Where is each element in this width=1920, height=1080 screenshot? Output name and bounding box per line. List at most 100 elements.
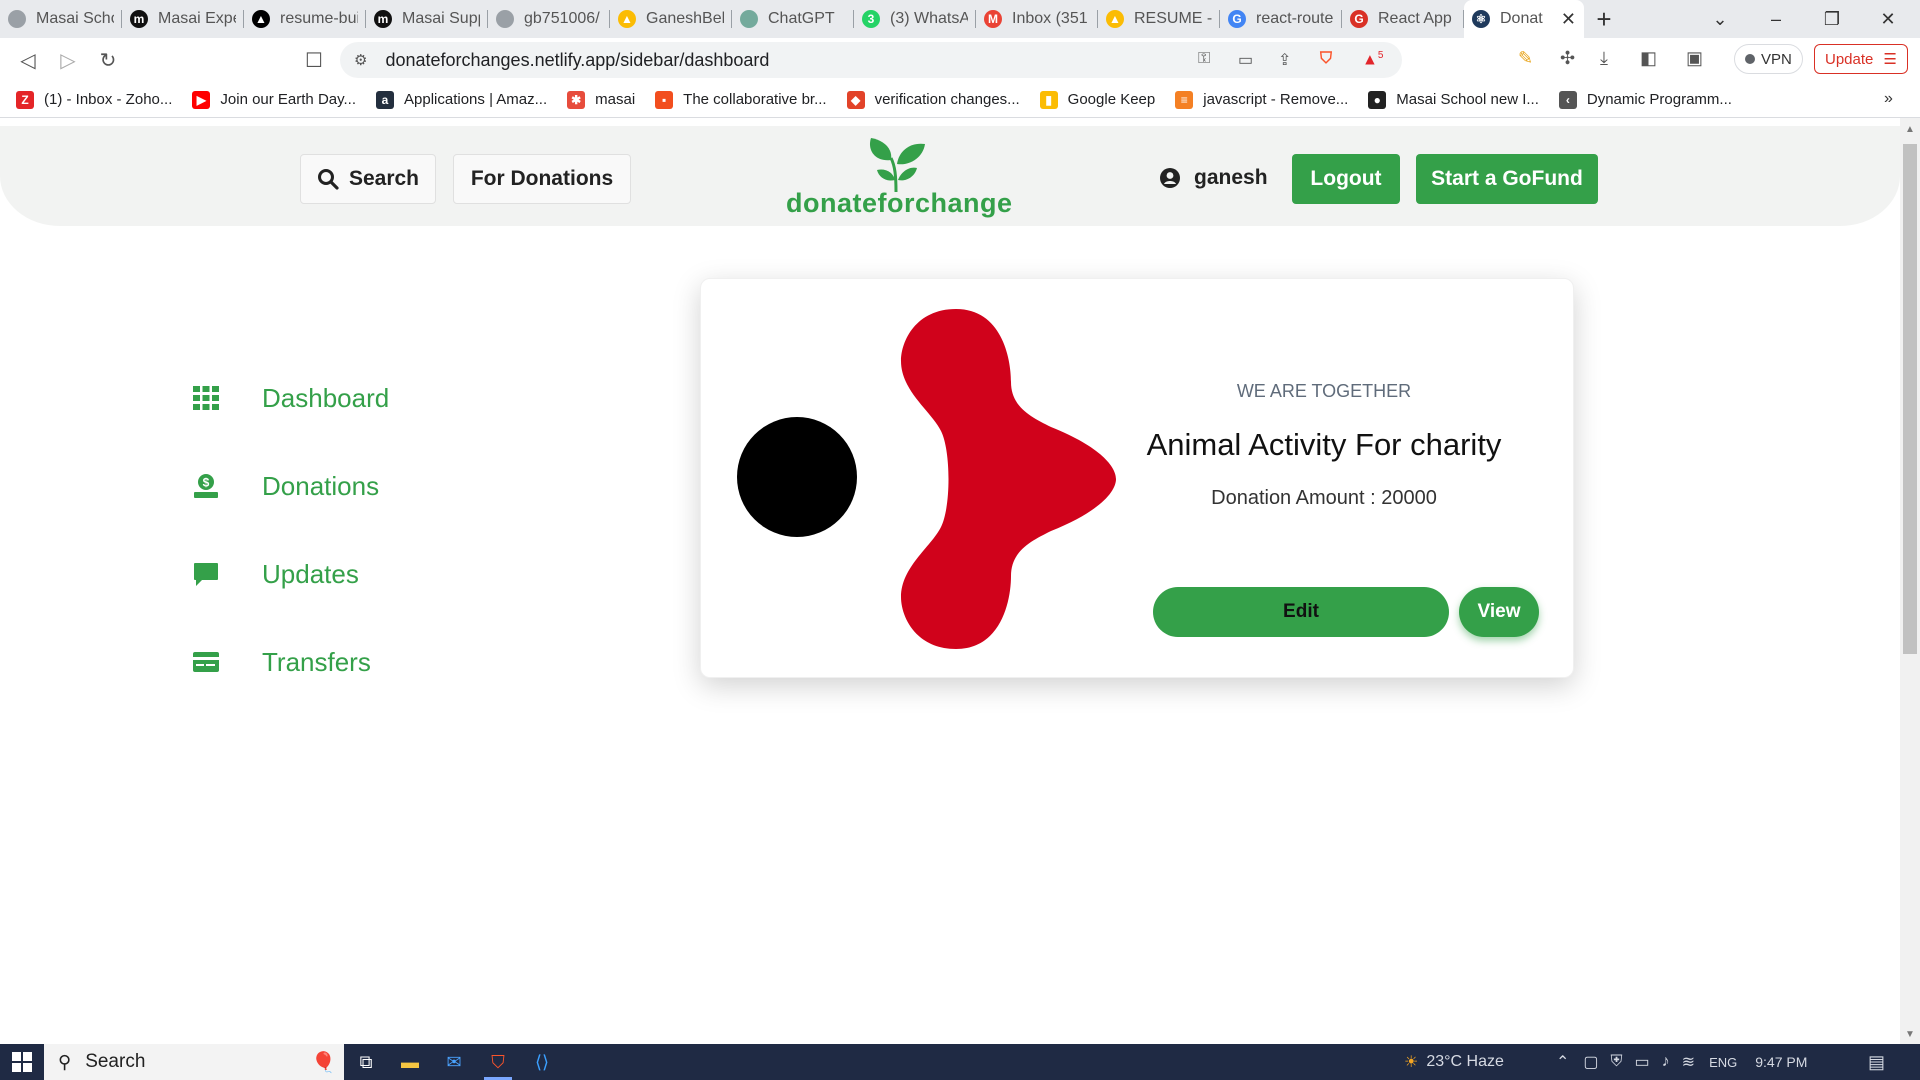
back-icon[interactable]: ◁: [8, 42, 48, 78]
forward-icon[interactable]: ▷: [48, 42, 88, 78]
meet-now-icon[interactable]: ▢: [1583, 1052, 1598, 1072]
start-gofund-button[interactable]: Start a GoFund: [1416, 154, 1598, 204]
sidebar-item-donations[interactable]: $ Donations: [192, 442, 389, 530]
bookmark-item[interactable]: ▮ Google Keep: [1039, 90, 1155, 109]
tab-label: Donat: [1500, 10, 1543, 27]
bookmark-label: masai: [595, 91, 636, 108]
sidebar-toggle-icon[interactable]: ◧: [1640, 48, 1657, 69]
site-info-icon[interactable]: ⚙: [354, 51, 367, 69]
tab-0[interactable]: Masai Scho: [0, 0, 122, 38]
search-label: Search: [348, 167, 420, 190]
vscode-icon[interactable]: ⟨⟩: [520, 1044, 564, 1080]
notifications-icon[interactable]: ▤: [1868, 1044, 1885, 1080]
tab-favicon-icon: ▲: [618, 10, 636, 28]
scroll-down-icon[interactable]: ▼: [1905, 1029, 1915, 1040]
edit-label: Edit: [1283, 601, 1319, 622]
edit-button[interactable]: Edit: [1153, 587, 1449, 637]
sidebar-item-transfers[interactable]: Transfers: [192, 618, 389, 706]
tab-8[interactable]: M Inbox (351: [976, 0, 1098, 38]
battery-icon[interactable]: ▭: [1635, 1052, 1650, 1072]
tab-label: ChatGPT: [768, 10, 835, 27]
sidebar-item-updates[interactable]: Updates: [192, 530, 389, 618]
for-donations-button[interactable]: For Donations: [453, 154, 631, 204]
key-icon[interactable]: ⚿: [1198, 50, 1210, 68]
tab-2[interactable]: ▲ resume-bui: [244, 0, 366, 38]
wallet-icon[interactable]: ▣: [1686, 48, 1703, 69]
tab-10[interactable]: Greact-route: [1220, 0, 1342, 38]
share-icon[interactable]: ⇪: [1278, 50, 1291, 70]
tab-search-icon[interactable]: ⌄: [1692, 0, 1748, 38]
page-scrollbar[interactable]: ▲ ▼: [1900, 118, 1920, 1044]
bookmark-item[interactable]: a Applications | Amaz...: [376, 90, 547, 109]
update-button[interactable]: Update ☰: [1814, 44, 1908, 74]
tab-favicon-icon: ▲: [252, 10, 270, 28]
vpn-button[interactable]: VPN: [1734, 44, 1803, 74]
bookmark-item[interactable]: ≡ javascript - Remove...: [1175, 90, 1349, 109]
search-button[interactable]: Search: [300, 154, 436, 204]
taskbar-search[interactable]: ⚲ Search 🎈: [44, 1044, 344, 1080]
tab-label: gb751006/: [524, 10, 600, 27]
security-icon[interactable]: ⛨: [1611, 1053, 1623, 1071]
close-tab-icon[interactable]: ✕: [1561, 9, 1576, 30]
new-tab-button[interactable]: +: [1584, 0, 1624, 38]
bookmark-item[interactable]: ▪ The collaborative br...: [655, 90, 827, 109]
user-profile[interactable]: ganesh: [1160, 166, 1268, 190]
url-text[interactable]: donateforchanges.netlify.app/sidebar/das…: [385, 50, 769, 71]
tab-4[interactable]: gb751006/: [488, 0, 610, 38]
file-explorer-icon[interactable]: ▬: [388, 1044, 432, 1080]
close-window-icon[interactable]: ✕: [1860, 0, 1916, 38]
address-bar[interactable]: ⚙ donateforchanges.netlify.app/sidebar/d…: [340, 42, 1402, 78]
weather-widget[interactable]: ☀ 23°C Haze: [1404, 1044, 1504, 1080]
bookmark-item[interactable]: ✱ masai: [567, 90, 636, 109]
view-button[interactable]: View: [1459, 587, 1539, 637]
brave-browser-icon[interactable]: ⛉: [476, 1044, 520, 1080]
tab-9[interactable]: ▲ RESUME - (: [1098, 0, 1220, 38]
tab-1[interactable]: m Masai Expe: [122, 0, 244, 38]
download-icon[interactable]: ⤓: [1600, 48, 1608, 69]
cast-icon[interactable]: ▭: [1238, 50, 1253, 70]
tab-3[interactable]: m Masai Supp: [366, 0, 488, 38]
minimize-icon[interactable]: –: [1748, 0, 1804, 38]
tab-7[interactable]: 3 (3) WhatsA: [854, 0, 976, 38]
user-circle-icon: [1160, 168, 1180, 188]
wifi-icon[interactable]: ≋: [1682, 1052, 1695, 1072]
language-indicator[interactable]: ENG: [1709, 1055, 1737, 1070]
mail-icon[interactable]: ✉: [432, 1044, 476, 1080]
brave-shield-icon[interactable]: ⛉: [1320, 50, 1332, 68]
tab-favicon-icon: ▲: [1106, 10, 1124, 28]
leaf-logo-icon: [869, 138, 925, 193]
logout-button[interactable]: Logout: [1292, 154, 1400, 204]
bookmark-item[interactable]: ◆ verification changes...: [846, 90, 1020, 109]
bookmark-item[interactable]: ● Masai School new I...: [1368, 90, 1539, 109]
tab-list: Masai Scho m Masai Expe ▲ resume-bui m Masai S…: [0, 0, 1464, 38]
scroll-up-icon[interactable]: ▲: [1905, 124, 1915, 135]
bookmark-label: Dynamic Programm...: [1586, 91, 1732, 108]
clock[interactable]: 9:47 PM: [1755, 1054, 1807, 1070]
volume-icon[interactable]: ♪: [1662, 1053, 1670, 1071]
bookmark-label: javascript - Remove...: [1203, 91, 1349, 108]
restore-icon[interactable]: ❐: [1804, 0, 1860, 38]
rewards-badge: 5: [1377, 50, 1384, 61]
tab-6[interactable]: ChatGPT: [732, 0, 854, 38]
sidebar-item-dashboard[interactable]: Dashboard: [192, 354, 389, 442]
tab-5[interactable]: ▲ GaneshBeh: [610, 0, 732, 38]
update-label: Update: [1825, 50, 1874, 68]
start-button[interactable]: [0, 1044, 44, 1080]
bookmark-icon[interactable]: ☐: [294, 42, 334, 78]
tab-active[interactable]: ⚛ Donat ✕: [1464, 0, 1584, 38]
brave-rewards-icon[interactable]: ▲5: [1362, 50, 1383, 69]
site-logo[interactable]: donateforchange: [786, 136, 1012, 220]
extensions-icon[interactable]: ✣: [1560, 48, 1575, 69]
bookmark-favicon-icon: ▶: [192, 90, 211, 109]
pencil-icon[interactable]: ✎: [1518, 48, 1533, 69]
task-view-icon[interactable]: ⧉: [344, 1044, 388, 1080]
reload-icon[interactable]: ↻: [88, 42, 128, 78]
scroll-thumb[interactable]: [1903, 144, 1917, 654]
bookmark-item[interactable]: Z (1) - Inbox - Zoho...: [16, 90, 172, 109]
card-title: Animal Activity For charity: [1146, 427, 1502, 462]
more-bookmarks-icon[interactable]: »: [1884, 90, 1893, 108]
tray-chevron-icon[interactable]: ⌃: [1556, 1052, 1569, 1072]
bookmark-item[interactable]: ‹ Dynamic Programm...: [1558, 90, 1732, 109]
tab-11[interactable]: G React App: [1342, 0, 1464, 38]
bookmark-item[interactable]: ▶ Join our Earth Day...: [192, 90, 356, 109]
